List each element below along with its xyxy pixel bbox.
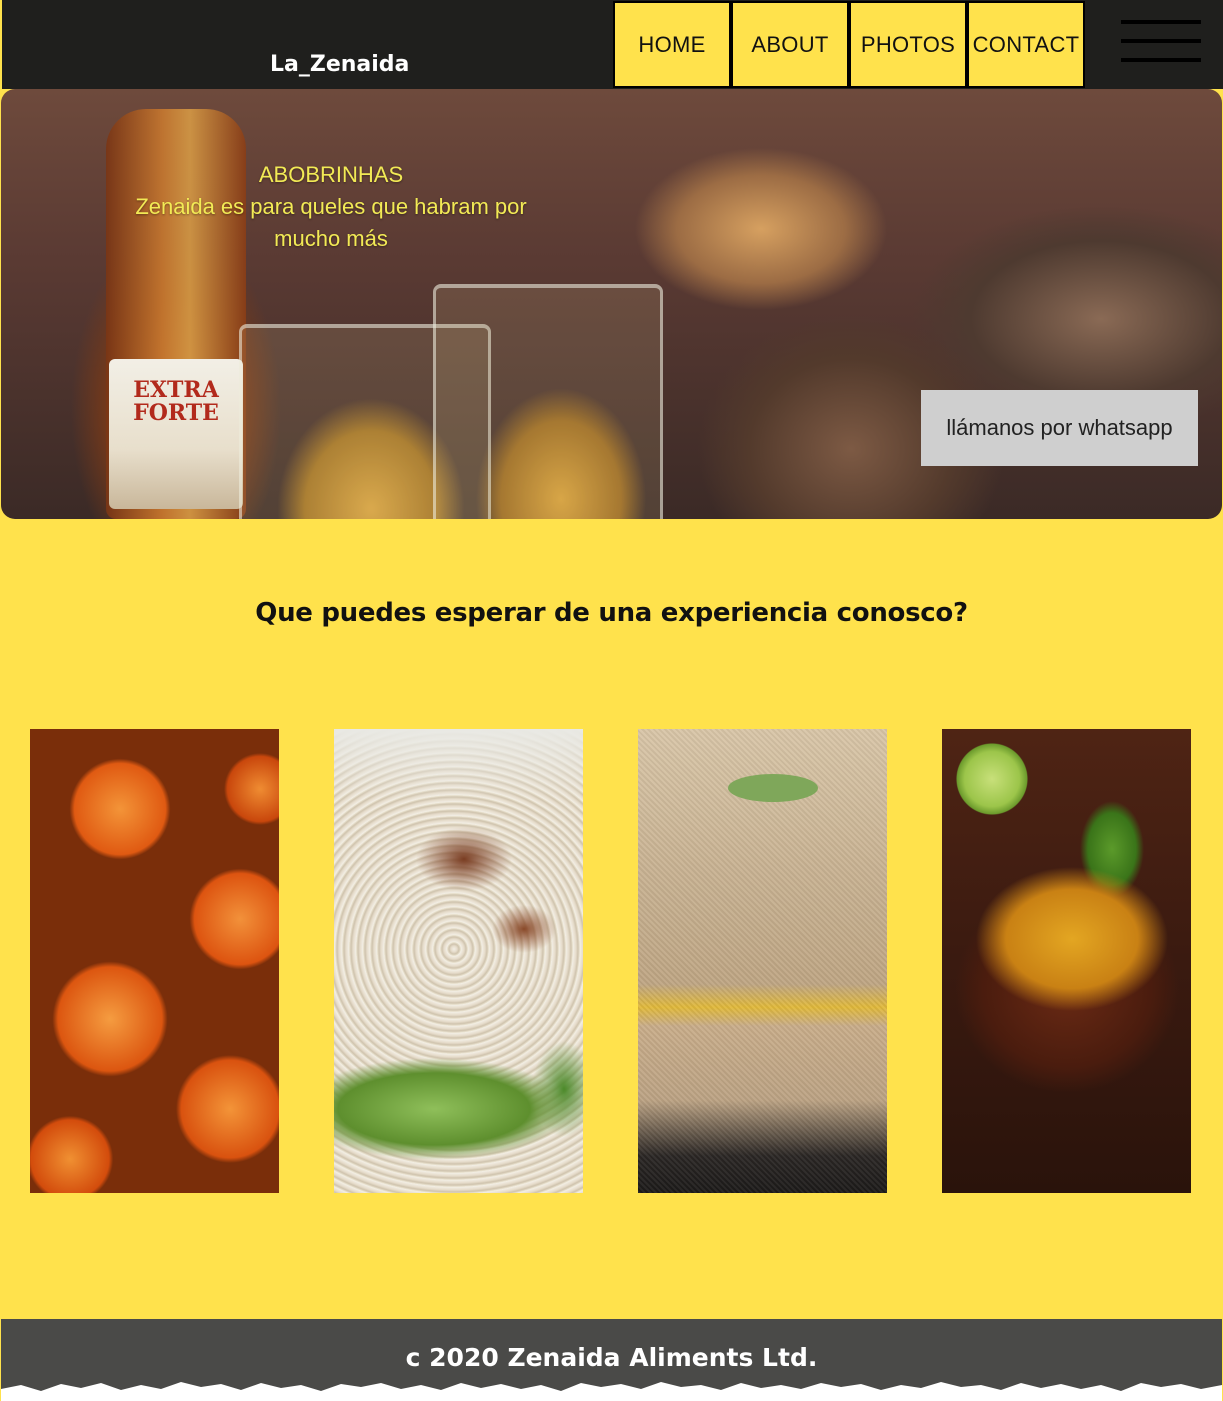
whatsapp-button[interactable]: llámanos por whatsapp	[921, 390, 1198, 466]
photo-fried-balls[interactable]	[30, 729, 279, 1193]
nav-contact[interactable]: CONTACT	[967, 1, 1085, 88]
nav-links: HOME ABOUT PHOTOS CONTACT	[613, 1, 1085, 88]
hamburger-line	[1121, 20, 1201, 24]
photo-breaded-dish[interactable]	[638, 729, 887, 1193]
hero-caption: ABOBRINHAS Zenaida es para queles que ha…	[111, 159, 551, 255]
brand-logo[interactable]: La_Zenaida	[270, 52, 409, 77]
nav-about[interactable]: ABOUT	[731, 1, 849, 88]
hero-caption-title: ABOBRINHAS	[258, 162, 404, 187]
navbar: La_Zenaida HOME ABOUT PHOTOS CONTACT	[2, 0, 1223, 89]
bottle-label: EXTRA FORTE	[109, 359, 243, 509]
hero-caption-body: Zenaida es para queles que habram por mu…	[135, 194, 527, 251]
nav-home[interactable]: HOME	[613, 1, 731, 88]
hamburger-line	[1121, 58, 1201, 62]
footer: c 2020 Zenaida Aliments Ltd.	[1, 1319, 1222, 1401]
beer-glass-image	[433, 284, 663, 519]
hero-banner: EXTRA FORTE ABOBRINHAS Zenaida es para q…	[1, 89, 1222, 519]
footer-copyright: c 2020 Zenaida Aliments Ltd.	[405, 1343, 818, 1372]
bottle-label-text: EXTRA FORTE	[133, 377, 219, 427]
footer-wave-decoration	[1, 1382, 1222, 1401]
section-title: Que puedes esperar de una experiencia co…	[255, 598, 968, 628]
photo-mussel-soup[interactable]	[942, 729, 1191, 1193]
photo-fried-rice[interactable]	[334, 729, 583, 1193]
nav-photos[interactable]: PHOTOS	[849, 1, 967, 88]
hamburger-menu-icon[interactable]	[1121, 20, 1201, 66]
hamburger-line	[1121, 39, 1201, 43]
